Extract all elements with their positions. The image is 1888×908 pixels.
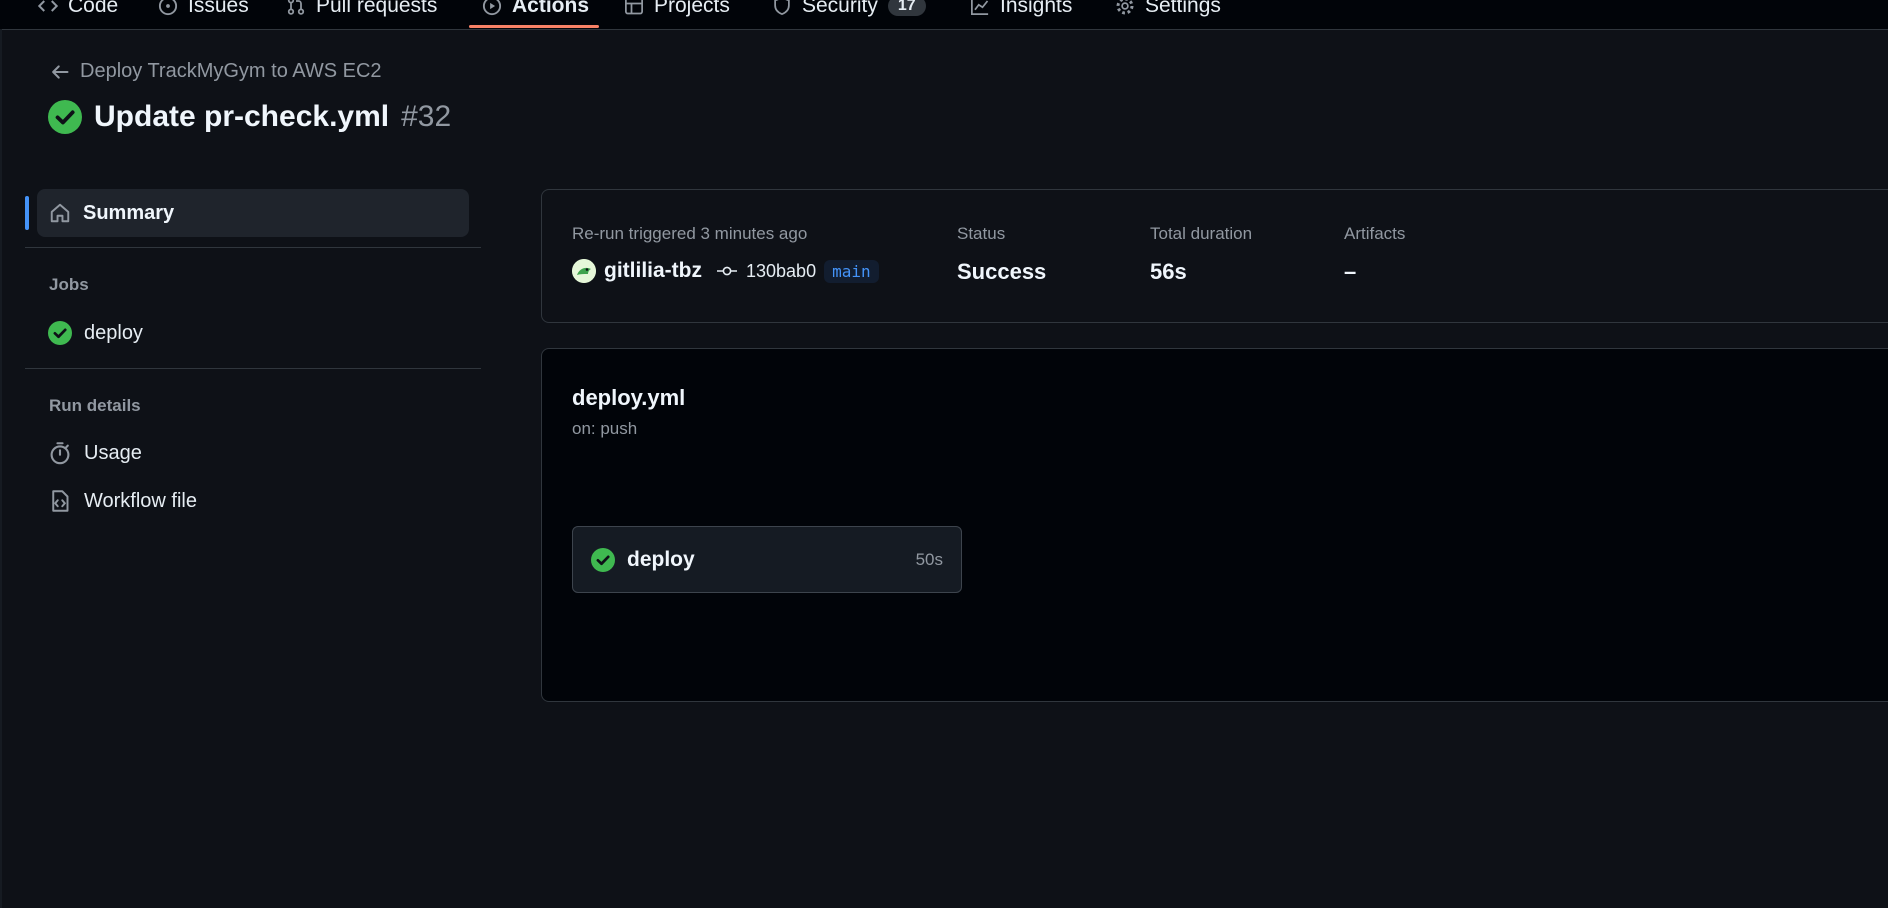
job-name: deploy	[627, 547, 695, 571]
file-code-icon	[48, 489, 72, 513]
tab-label: Code	[68, 0, 119, 17]
tab-label: Settings	[1145, 0, 1221, 17]
workflow-trigger: on: push	[572, 419, 638, 438]
gear-icon	[1115, 0, 1135, 16]
home-icon	[49, 202, 71, 224]
repo-nav: Code Issues Pull requests Actions Projec…	[0, 0, 1888, 30]
summary-selected-marker	[25, 196, 29, 230]
tab-actions[interactable]: Actions	[482, 0, 589, 21]
status-label: Status	[957, 224, 1006, 243]
back-to-workflow-link[interactable]: Deploy TrackMyGym to AWS EC2	[50, 60, 382, 83]
tab-insights[interactable]: Insights	[970, 0, 1072, 21]
artifacts-label: Artifacts	[1344, 224, 1406, 243]
trigger-text: Re-run triggered 3 minutes ago	[572, 224, 808, 243]
play-icon	[482, 0, 502, 16]
workflow-graph-card: deploy.yml on: push deploy 50s	[541, 348, 1888, 702]
code-icon	[38, 0, 58, 16]
git-commit-icon	[716, 263, 738, 279]
tab-issues[interactable]: Issues	[158, 0, 249, 21]
total-duration-value: 56s	[1150, 259, 1187, 284]
actor-link[interactable]: gitlilia-tbz	[604, 259, 702, 283]
run-title: Update pr-check.yml	[94, 100, 390, 133]
branch-label[interactable]: main	[824, 259, 879, 283]
check-circle-fill-icon	[48, 321, 72, 345]
sidebar-divider	[25, 247, 481, 248]
sidebar-item-summary[interactable]: Summary	[37, 189, 469, 237]
tab-code[interactable]: Code	[38, 0, 118, 21]
sidebar-item-usage[interactable]: Usage	[48, 441, 142, 465]
tab-projects[interactable]: Projects	[624, 0, 730, 21]
artifacts-value: –	[1344, 259, 1357, 284]
sidebar-divider	[25, 368, 481, 369]
table-icon	[624, 0, 644, 16]
jobs-heading: Jobs	[49, 275, 89, 294]
sidebar-item-label: deploy	[84, 321, 143, 344]
active-tab-indicator	[469, 25, 599, 28]
tab-label: Actions	[512, 0, 590, 17]
shield-icon	[772, 0, 792, 16]
workflow-file-name: deploy.yml	[572, 385, 686, 410]
tab-pull-requests[interactable]: Pull requests	[286, 0, 437, 21]
tab-security[interactable]: Security 17	[772, 0, 926, 21]
run-summary-card: Re-run triggered 3 minutes ago gitlilia-…	[541, 189, 1888, 323]
back-link-label: Deploy TrackMyGym to AWS EC2	[80, 60, 382, 82]
commit-sha-link[interactable]: 130bab0	[746, 261, 816, 282]
stopwatch-icon	[48, 441, 72, 465]
security-counter: 17	[887, 0, 926, 16]
graph-icon	[970, 0, 990, 16]
sidebar-item-workflow-file[interactable]: Workflow file	[48, 489, 197, 513]
page-title: Update pr-check.yml #32	[48, 100, 451, 134]
tab-settings[interactable]: Settings	[1115, 0, 1221, 21]
tab-label: Security	[802, 0, 878, 17]
check-circle-fill-icon	[48, 100, 82, 134]
check-circle-fill-icon	[591, 547, 615, 572]
status-value: Success	[957, 259, 1047, 284]
git-pull-request-icon	[286, 0, 306, 16]
run-number: #32	[401, 100, 452, 133]
tab-label: Insights	[1000, 0, 1073, 17]
tab-label: Projects	[654, 0, 730, 17]
sidebar-item-label: Summary	[83, 201, 175, 224]
job-node-deploy[interactable]: deploy 50s	[572, 526, 962, 593]
trigger-actor-row: gitlilia-tbz 130bab0 main	[572, 259, 879, 283]
tab-label: Issues	[188, 0, 249, 17]
sidebar-item-label: Workflow file	[84, 489, 197, 512]
page-edge	[0, 29, 2, 908]
job-duration: 50s	[915, 549, 943, 569]
arrow-left-icon	[50, 62, 70, 82]
issue-opened-icon	[158, 0, 178, 16]
avatar[interactable]	[572, 259, 596, 283]
total-duration-label: Total duration	[1150, 224, 1253, 243]
run-details-heading: Run details	[49, 396, 141, 415]
tab-label: Pull requests	[316, 0, 438, 17]
sidebar-item-job-deploy[interactable]: deploy	[48, 321, 143, 345]
sidebar-item-label: Usage	[84, 441, 142, 464]
